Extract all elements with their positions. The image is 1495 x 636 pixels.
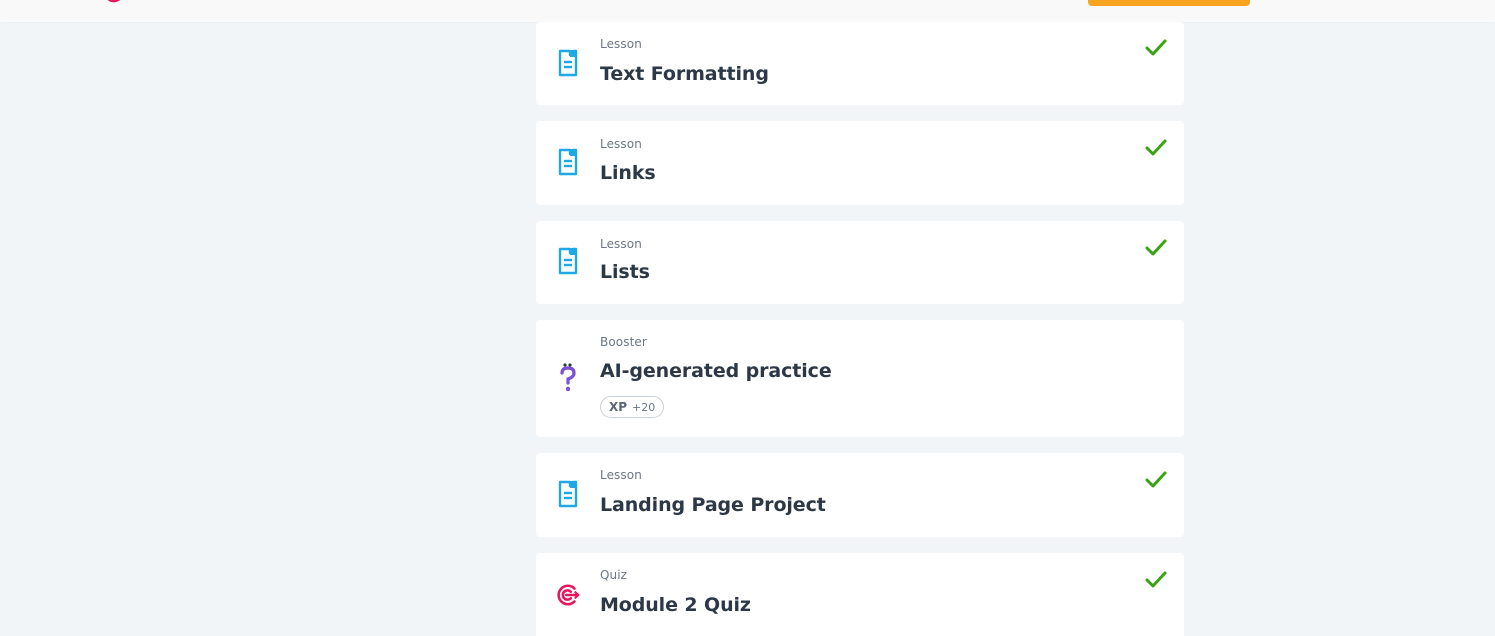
lesson-card[interactable]: Lesson Landing Page Project (536, 453, 1184, 537)
top-navigation-bar (0, 0, 1495, 22)
item-kind-label: Quiz (600, 568, 628, 582)
item-kind-label: Lesson (600, 37, 642, 51)
item-title: Module 2 Quiz (600, 594, 751, 616)
item-kind-label: Lesson (600, 468, 642, 482)
item-title: Landing Page Project (600, 494, 826, 516)
completed-check-icon (1145, 139, 1167, 156)
lesson-document-icon (556, 49, 580, 77)
xp-reward-badge: XP +20 (600, 396, 665, 418)
item-kind-label: Lesson (600, 137, 642, 151)
item-title: Text Formatting (600, 63, 769, 85)
xp-label: XP (609, 400, 628, 414)
lesson-card[interactable]: Lesson Text Formatting (536, 22, 1184, 105)
item-title: AI-generated practice (600, 360, 832, 382)
booster-card[interactable]: Booster AI-generated practice XP +20 (536, 320, 1184, 437)
completed-check-icon (1145, 471, 1167, 488)
quiz-card[interactable]: Quiz Module 2 Quiz (536, 553, 1184, 636)
item-title: Links (600, 162, 656, 184)
item-kind-label: Booster (600, 335, 647, 349)
completed-check-icon (1145, 571, 1167, 588)
lesson-document-icon (556, 480, 580, 508)
logo-icon[interactable] (100, 0, 142, 4)
item-title: Lists (600, 261, 650, 283)
item-kind-label: Lesson (600, 237, 642, 251)
completed-check-icon (1145, 39, 1167, 56)
booster-question-icon (556, 363, 580, 392)
lesson-card[interactable]: Lesson Lists (536, 221, 1184, 304)
xp-value: +20 (632, 400, 656, 414)
quiz-target-icon (556, 581, 580, 609)
primary-cta-button[interactable] (1088, 0, 1250, 6)
lesson-document-icon (556, 148, 580, 176)
lesson-document-icon (556, 247, 580, 275)
lesson-card[interactable]: Lesson Links (536, 121, 1184, 205)
completed-check-icon (1145, 239, 1167, 256)
